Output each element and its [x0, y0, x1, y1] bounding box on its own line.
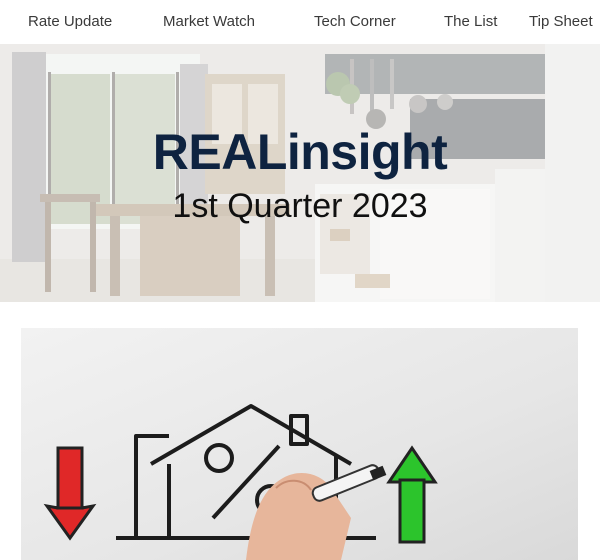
- hero-banner: REALinsight 1st Quarter 2023: [0, 44, 600, 302]
- brand-title: REALinsight: [152, 124, 448, 180]
- nav-rate-update[interactable]: Rate Update: [28, 13, 112, 31]
- top-nav: Rate Update Market Watch Tech Corner The…: [0, 0, 600, 44]
- nav-the-list[interactable]: The List: [444, 13, 497, 31]
- feature-image[interactable]: [21, 328, 578, 560]
- house-rates-illustration: [21, 328, 578, 560]
- issue-subtitle: 1st Quarter 2023: [172, 187, 428, 225]
- nav-tip-sheet[interactable]: Tip Sheet: [529, 13, 593, 31]
- newsletter-page: Rate Update Market Watch Tech Corner The…: [0, 0, 600, 560]
- nav-market-watch[interactable]: Market Watch: [163, 13, 255, 31]
- nav-tech-corner[interactable]: Tech Corner: [314, 13, 396, 31]
